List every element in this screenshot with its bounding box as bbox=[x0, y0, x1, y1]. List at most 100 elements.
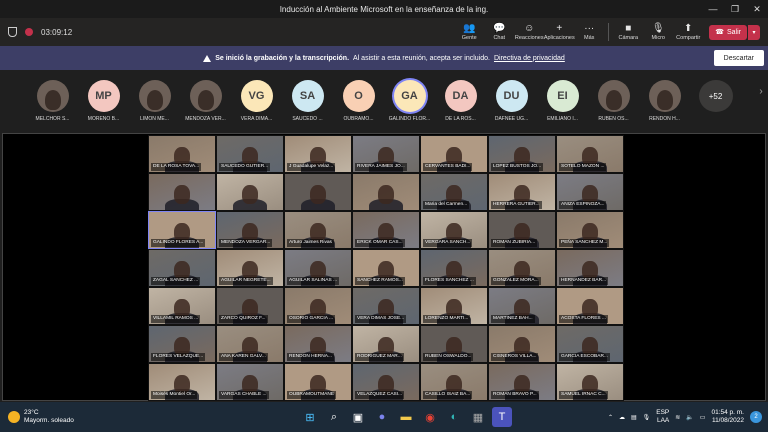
camera-button[interactable]: ■ Cámara bbox=[613, 18, 643, 46]
video-tile[interactable]: VERGARA SANCH... bbox=[420, 211, 488, 249]
attendee-tile[interactable]: MELCHOR S... bbox=[27, 72, 78, 122]
onedrive-icon[interactable]: ☁ bbox=[619, 414, 625, 421]
leave-dropdown[interactable]: ▾ bbox=[748, 24, 760, 40]
video-tile[interactable]: OUBRAMOUTMANE bbox=[284, 363, 352, 401]
attendee-tile[interactable]: O OUBRAMO... bbox=[333, 72, 384, 122]
video-tile[interactable]: ROMAN BRAVO P... bbox=[488, 363, 556, 401]
weather-widget[interactable]: 23°C Mayorm. soleado bbox=[0, 409, 74, 425]
video-tile[interactable]: FLORES VELAZQUE... bbox=[148, 325, 216, 363]
video-tile[interactable]: LORENZO MARTI... bbox=[420, 287, 488, 325]
start-icon[interactable]: ⊞ bbox=[300, 407, 320, 427]
video-tile[interactable]: LOPEZ BUSTOS JO... bbox=[488, 135, 556, 173]
video-tile[interactable]: VILLAMIL RAMOS ... bbox=[148, 287, 216, 325]
clock[interactable]: 01:54 p. m. 11/08/2022 bbox=[711, 409, 744, 425]
video-tile[interactable]: ZAGAL SANCHEZ ... bbox=[148, 249, 216, 287]
attendee-tile[interactable]: EI EMILIANO I... bbox=[537, 72, 588, 122]
video-tile[interactable]: SANCHEZ RAMOS... bbox=[352, 249, 420, 287]
video-tile[interactable]: VELAZQUEZ CASI... bbox=[352, 363, 420, 401]
video-tile[interactable]: DE LA ROSA TOVA... bbox=[148, 135, 216, 173]
attendee-tile[interactable]: LIMON ME... bbox=[129, 72, 180, 122]
share-button[interactable]: ⬆ Compartir bbox=[673, 18, 703, 46]
video-tile[interactable]: VARGAS CHABLE ... bbox=[216, 363, 284, 401]
leave-button[interactable]: ☎ Salir bbox=[709, 24, 747, 40]
attendee-tile[interactable]: MP MORENO B... bbox=[78, 72, 129, 122]
teams-chat-icon[interactable]: ● bbox=[372, 407, 392, 427]
video-tile[interactable]: J Guadalupe Velaz... bbox=[284, 135, 352, 173]
video-tile[interactable] bbox=[284, 173, 352, 211]
video-tile[interactable]: ANA KAREN GALV... bbox=[216, 325, 284, 363]
wifi-icon[interactable]: ≋ bbox=[675, 414, 680, 421]
video-tile[interactable]: GONZALEZ MORA... bbox=[488, 249, 556, 287]
video-tile[interactable] bbox=[148, 173, 216, 211]
more-attendees[interactable]: +52 bbox=[690, 72, 741, 112]
video-tile[interactable]: ZARCO QUIROZ F... bbox=[216, 287, 284, 325]
video-tile[interactable]: SAMUEL IRNAC C... bbox=[556, 363, 624, 401]
video-tile[interactable]: Moisés Montiel Or... bbox=[148, 363, 216, 401]
attendee-tile[interactable]: VG VERA DIMA... bbox=[231, 72, 282, 122]
video-tile[interactable] bbox=[216, 173, 284, 211]
video-tile[interactable]: MARTINEZ BAH... bbox=[488, 287, 556, 325]
attendee-tile[interactable]: DA DE LA ROS... bbox=[435, 72, 486, 122]
attendee-tile[interactable]: DU DAFNEE UG... bbox=[486, 72, 537, 122]
video-tile[interactable]: Maria del Carmen... bbox=[420, 173, 488, 211]
video-tile[interactable]: RENDON HERNA... bbox=[284, 325, 352, 363]
attendee-tile[interactable]: RUBEN OS... bbox=[588, 72, 639, 122]
search-icon[interactable]: ⌕ bbox=[324, 407, 344, 427]
mic-button[interactable]: 🎙 Micro bbox=[643, 18, 673, 46]
reactions-button[interactable]: ☺ Reacciones bbox=[514, 18, 544, 46]
video-tile[interactable]: RODRIGUEZ MAR... bbox=[352, 325, 420, 363]
close-button[interactable]: ✕ bbox=[746, 0, 768, 18]
video-tile[interactable]: RUBEN OSWALDO... bbox=[420, 325, 488, 363]
video-tile[interactable]: GALINDO FLORES A... bbox=[148, 211, 216, 249]
notification-badge[interactable]: 2 bbox=[750, 411, 762, 423]
store-icon[interactable]: ▦ bbox=[468, 407, 488, 427]
privacy-link[interactable]: Directiva de privacidad bbox=[494, 55, 565, 62]
more-button[interactable]: ··· Más bbox=[574, 18, 604, 46]
chat-button[interactable]: 💬 Chat bbox=[484, 18, 514, 46]
attendee-tile[interactable]: MENDOZA VER... bbox=[180, 72, 231, 122]
video-tile[interactable]: FLORES SANCHEZ ... bbox=[420, 249, 488, 287]
video-tile[interactable]: PEÑA SANCHEZ M... bbox=[556, 211, 624, 249]
video-tile[interactable]: ROMAN ZUBIRIA... bbox=[488, 211, 556, 249]
attendee-tile[interactable]: GA GALINDO FLOR... bbox=[384, 72, 435, 122]
attendee-tile[interactable]: RENDON H... bbox=[639, 72, 690, 122]
video-tile[interactable]: SAUCEDO GUTIER... bbox=[216, 135, 284, 173]
attendee-tile[interactable]: SA SAUCEDO ... bbox=[282, 72, 333, 122]
video-tile[interactable]: ACOSTA FLORES ... bbox=[556, 287, 624, 325]
edge-icon[interactable]: ◐ bbox=[444, 407, 464, 427]
video-tile[interactable]: AGUILAR NEGRETE... bbox=[216, 249, 284, 287]
video-tile[interactable] bbox=[352, 173, 420, 211]
video-tile[interactable]: GARCIA ESCOBAR... bbox=[556, 325, 624, 363]
apps-button[interactable]: + Aplicaciones bbox=[544, 18, 575, 46]
video-tile[interactable]: HERRERA GUTIER... bbox=[488, 173, 556, 211]
volume-icon[interactable]: 🔈 bbox=[686, 414, 693, 421]
people-button[interactable]: 👥 Gente bbox=[454, 18, 484, 46]
network-icon[interactable]: ▤ bbox=[631, 414, 637, 421]
video-tile[interactable]: CERVANTES BADI... bbox=[420, 135, 488, 173]
battery-icon[interactable]: ▭ bbox=[700, 414, 706, 421]
video-tile[interactable]: Arturo Jaimes Rivas bbox=[284, 211, 352, 249]
video-tile[interactable]: CISNEROS VILLA... bbox=[488, 325, 556, 363]
language-indicator[interactable]: ESP LAA bbox=[656, 409, 669, 425]
video-tile[interactable]: AGUILAR SALINAS ... bbox=[284, 249, 352, 287]
video-tile[interactable]: VERA DIMAS JOSE... bbox=[352, 287, 420, 325]
mic-icon[interactable]: 🎙 bbox=[643, 414, 651, 421]
video-tile[interactable]: RIVERA JAIMES JO... bbox=[352, 135, 420, 173]
file-explorer-icon[interactable]: ▬ bbox=[396, 407, 416, 427]
teams-icon[interactable]: T bbox=[492, 407, 512, 427]
video-tile[interactable]: ANIZA ESPINOZA... bbox=[556, 173, 624, 211]
video-tile[interactable]: CASILLO ISAIZ BA... bbox=[420, 363, 488, 401]
dismiss-button[interactable]: Descartar bbox=[713, 50, 764, 66]
video-tile[interactable]: HERNANDEZ BAR... bbox=[556, 249, 624, 287]
video-tile[interactable]: SOTELO MAZON ... bbox=[556, 135, 624, 173]
video-tile[interactable]: OSORIO GARCIA ... bbox=[284, 287, 352, 325]
minimize-button[interactable]: — bbox=[702, 0, 724, 18]
gallery-scroll-right[interactable]: › bbox=[754, 76, 768, 106]
shield-icon[interactable] bbox=[8, 27, 17, 37]
maximize-button[interactable]: ❐ bbox=[724, 0, 746, 18]
video-tile[interactable]: ERICK OMAR CAS... bbox=[352, 211, 420, 249]
video-tile[interactable]: MENDOZA VERGAR... bbox=[216, 211, 284, 249]
chevron-up-icon[interactable]: ⌃ bbox=[608, 414, 613, 421]
task-view-icon[interactable]: ▣ bbox=[348, 407, 368, 427]
chrome-icon[interactable]: ◉ bbox=[420, 407, 440, 427]
